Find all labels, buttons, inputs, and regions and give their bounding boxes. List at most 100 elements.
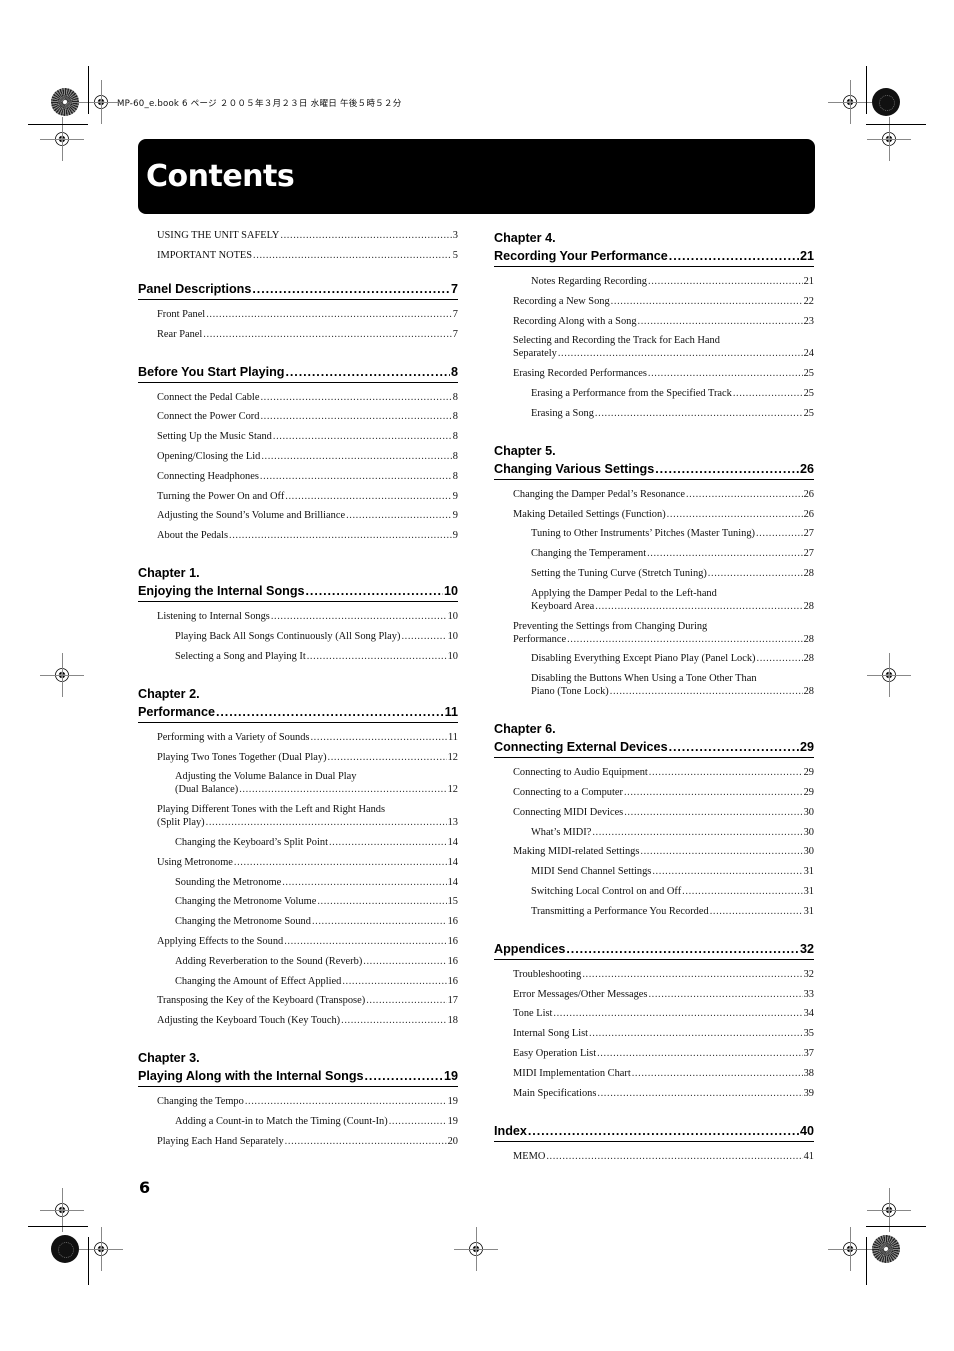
toc-entry[interactable]: Connecting Headphones 8 xyxy=(138,470,458,483)
toc-entry[interactable]: Playing Different Tones with the Left an… xyxy=(138,803,458,829)
dot-leader xyxy=(611,295,803,308)
chapter-heading[interactable]: Chapter 5. Changing Various Settings 26 xyxy=(494,442,814,480)
toc-entry[interactable]: MEMO 41 xyxy=(494,1150,814,1163)
toc-entry[interactable]: Selecting a Song and Playing It 10 xyxy=(138,650,458,663)
chapter-heading[interactable]: Chapter 2. Performance 11 xyxy=(138,685,458,723)
toc-entry[interactable]: Playing Two Tones Together (Dual Play) 12 xyxy=(138,751,458,764)
toc-page-number: 25 xyxy=(803,387,814,399)
chapter-heading[interactable]: Panel Descriptions 7 xyxy=(138,280,458,300)
toc-entry[interactable]: Disabling Everything Except Piano Play (… xyxy=(494,652,814,665)
toc-entry-line: Erasing a Song 25 xyxy=(494,407,814,420)
toc-entry[interactable]: Connecting to Audio Equipment 29 xyxy=(494,766,814,779)
toc-entry[interactable]: Setting Up the Music Stand 8 xyxy=(138,430,458,443)
toc-entry[interactable]: Setting the Tuning Curve (Stretch Tuning… xyxy=(494,567,814,580)
toc-entry-title-line: Adjusting the Volume Balance in Dual Pla… xyxy=(175,771,357,783)
toc-entry[interactable]: Preventing the Settings from Changing Du… xyxy=(494,620,814,646)
toc-entry[interactable]: Adjusting the Volume Balance in Dual Pla… xyxy=(138,770,458,796)
toc-entry[interactable]: Connecting to a Computer 29 xyxy=(494,786,814,799)
chapter-heading[interactable]: Chapter 3. Playing Along with the Interna… xyxy=(138,1049,458,1088)
toc-entry[interactable]: Connect the Power Cord 8 xyxy=(138,410,458,423)
toc-entry[interactable]: Turning the Power On and Off 9 xyxy=(138,490,458,503)
toc-entry[interactable]: Adding Reverberation to the Sound (Rever… xyxy=(138,955,458,968)
toc-entry[interactable]: Playing Back All Songs Continuously (All… xyxy=(138,630,458,643)
toc-entry[interactable]: Recording a New Song 22 xyxy=(494,295,814,308)
toc-entry[interactable]: Connect the Pedal Cable 8 xyxy=(138,391,458,404)
chapter-heading[interactable]: Before You Start Playing 8 xyxy=(138,363,458,383)
dot-leader xyxy=(597,1087,802,1100)
toc-entry[interactable]: Performing with a Variety of Sounds 11 xyxy=(138,731,458,744)
toc-entry[interactable]: Using Metronome 14 xyxy=(138,856,458,869)
toc-entry-title: (Split Play) xyxy=(157,817,205,829)
toc-entry-line: Rear Panel 7 xyxy=(138,328,458,341)
toc-entry[interactable]: Applying the Damper Pedal to the Left-ha… xyxy=(494,587,814,613)
chapter-heading[interactable]: Chapter 4. Recording Your Performance 21 xyxy=(494,229,814,267)
dot-leader xyxy=(239,783,446,796)
chapter-heading[interactable]: Chapter 6. Connecting External Devices 29 xyxy=(494,720,814,759)
toc-entry-title: What’s MIDI? xyxy=(531,826,592,838)
toc-entry[interactable]: Erasing a Performance from the Specified… xyxy=(494,387,814,400)
chapter-heading[interactable]: Index 40 xyxy=(494,1122,814,1142)
toc-entry[interactable]: MIDI Implementation Chart 38 xyxy=(494,1067,814,1080)
toc-entry[interactable]: What’s MIDI? 30 xyxy=(494,826,814,839)
toc-entry-line: MIDI Implementation Chart 38 xyxy=(494,1067,814,1080)
toc-entry[interactable]: Internal Song List 35 xyxy=(494,1027,814,1040)
toc-page-number: 28 xyxy=(803,633,814,645)
dot-leader xyxy=(342,975,446,988)
dot-leader xyxy=(365,1067,443,1085)
toc-entry[interactable]: Changing the Damper Pedal’s Resonance 26 xyxy=(494,488,814,501)
toc-entry[interactable]: Error Messages/Other Messages 33 xyxy=(494,988,814,1001)
toc-entry[interactable]: IMPORTANT NOTES 5 xyxy=(138,249,458,262)
chapter-heading[interactable]: Appendices 32 xyxy=(494,940,814,960)
toc-entry[interactable]: Recording Along with a Song 23 xyxy=(494,315,814,328)
toc-entry[interactable]: Playing Each Hand Separately 20 xyxy=(138,1135,458,1148)
dot-leader xyxy=(229,529,452,542)
toc-entry-title: Turning the Power On and Off xyxy=(157,490,285,502)
toc-entry[interactable]: Applying Effects to the Sound 16 xyxy=(138,935,458,948)
toc-entry[interactable]: Disabling the Buttons When Using a Tone … xyxy=(494,672,814,698)
toc-entry[interactable]: Changing the Metronome Volume 15 xyxy=(138,895,458,908)
toc-page-number: 13 xyxy=(447,817,458,829)
dot-leader xyxy=(312,915,447,928)
toc-entry[interactable]: Front Panel 7 xyxy=(138,308,458,321)
toc-entry[interactable]: Adding a Count-in to Match the Timing (C… xyxy=(138,1115,458,1128)
toc-entry[interactable]: Changing the Tempo 19 xyxy=(138,1095,458,1108)
toc-entry[interactable]: Main Specifications 39 xyxy=(494,1087,814,1100)
toc-entry[interactable]: Adjusting the Keyboard Touch (Key Touch)… xyxy=(138,1014,458,1027)
toc-entry[interactable]: Troubleshooting 32 xyxy=(494,968,814,981)
toc-right-column: Chapter 4.Recording Your Performance21 No… xyxy=(494,229,814,1185)
toc-entry[interactable]: Making Detailed Settings (Function) 26 xyxy=(494,508,814,521)
toc-entry[interactable]: Erasing Recorded Performances 25 xyxy=(494,367,814,380)
toc-entry[interactable]: MIDI Send Channel Settings 31 xyxy=(494,865,814,878)
toc-entry[interactable]: Changing the Temperament 27 xyxy=(494,547,814,560)
toc-entry[interactable]: Adjusting the Sound’s Volume and Brillia… xyxy=(138,509,458,522)
toc-entry[interactable]: Tone List 34 xyxy=(494,1007,814,1020)
dot-leader xyxy=(317,895,446,908)
dot-leader xyxy=(553,1007,802,1020)
toc-entry[interactable]: Selecting and Recording the Track for Ea… xyxy=(494,334,814,360)
toc-entry[interactable]: Rear Panel 7 xyxy=(138,328,458,341)
chapter-heading[interactable]: Chapter 1. Enjoying the Internal Songs 10 xyxy=(138,564,458,603)
toc-entry[interactable]: Listening to Internal Songs 10 xyxy=(138,610,458,623)
toc-entry[interactable]: Connecting MIDI Devices 30 xyxy=(494,806,814,819)
toc-entry[interactable]: Switching Local Control on and Off 31 xyxy=(494,885,814,898)
toc-entry[interactable]: Easy Operation List 37 xyxy=(494,1047,814,1060)
toc-entry[interactable]: Tuning to Other Instruments’ Pitches (Ma… xyxy=(494,527,814,540)
toc-entry[interactable]: USING THE UNIT SAFELY 3 xyxy=(138,229,458,242)
toc-entry[interactable]: Making MIDI-related Settings 30 xyxy=(494,845,814,858)
toc-page-number: 11 xyxy=(447,731,458,743)
toc-entry[interactable]: Erasing a Song 25 xyxy=(494,407,814,420)
toc-entry[interactable]: Changing the Metronome Sound 16 xyxy=(138,915,458,928)
toc-section: Before You Start Playing8 Connect the Ped… xyxy=(138,363,458,543)
toc-entry[interactable]: Transposing the Key of the Keyboard (Tra… xyxy=(138,994,458,1007)
toc-entry[interactable]: Transmitting a Performance You Recorded 3… xyxy=(494,905,814,918)
toc-entry[interactable]: Changing the Keyboard’s Split Point 14 xyxy=(138,836,458,849)
toc-entry[interactable]: Changing the Amount of Effect Applied 16 xyxy=(138,975,458,988)
toc-entry-line: Connect the Pedal Cable 8 xyxy=(138,391,458,404)
toc-entry[interactable]: Notes Regarding Recording 21 xyxy=(494,275,814,288)
toc-entry-line: MIDI Send Channel Settings 31 xyxy=(494,865,814,878)
toc-entry-title: Changing the Metronome Volume xyxy=(175,896,317,908)
toc-entry[interactable]: Opening/Closing the Lid 8 xyxy=(138,450,458,463)
toc-entry[interactable]: About the Pedals 9 xyxy=(138,529,458,542)
toc-page-number: 19 xyxy=(447,1096,458,1108)
toc-entry[interactable]: Sounding the Metronome 14 xyxy=(138,876,458,889)
